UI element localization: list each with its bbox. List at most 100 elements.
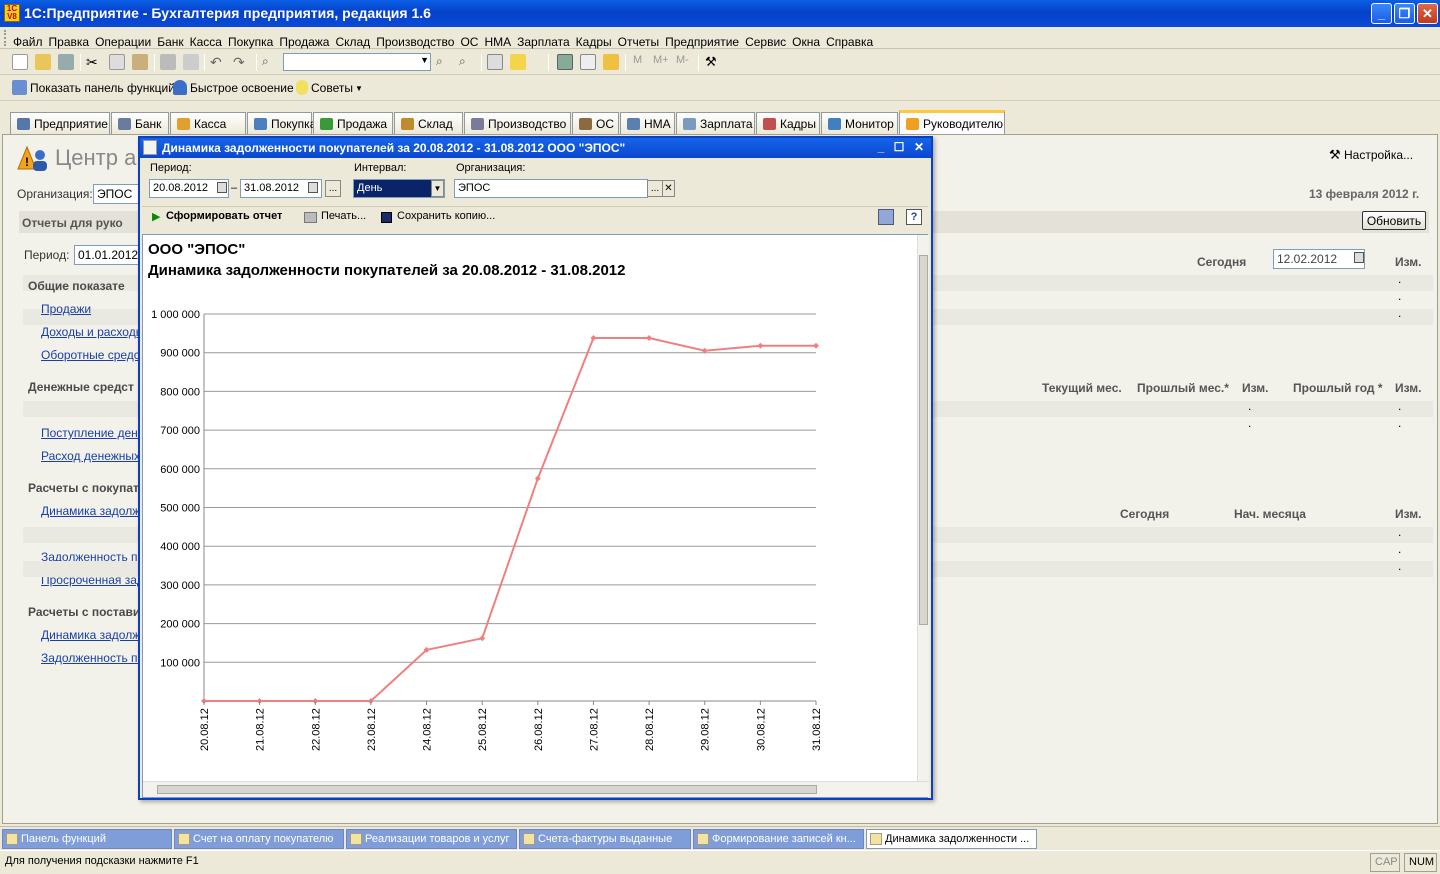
- menu-item[interactable]: Отчеты: [615, 31, 662, 49]
- report-link[interactable]: Оборотные средст: [41, 348, 145, 362]
- help-1c-icon[interactable]: [510, 54, 526, 70]
- minimize-button[interactable]: _: [1371, 3, 1392, 24]
- find-icon[interactable]: ⌕: [262, 54, 278, 70]
- copy-icon[interactable]: [109, 54, 125, 70]
- save-copy-button[interactable]: Сохранить копию...: [397, 210, 495, 222]
- tab-section[interactable]: Кадры: [756, 112, 820, 134]
- calendar-icon[interactable]: [580, 54, 596, 70]
- menu-item[interactable]: Файл: [10, 31, 46, 49]
- calendar-icon[interactable]: [308, 182, 318, 193]
- org-select-button[interactable]: ...: [647, 180, 663, 197]
- calculator-icon[interactable]: [557, 54, 573, 70]
- report-link[interactable]: Динамика задолже: [41, 628, 147, 642]
- report-link[interactable]: Динамика задолже: [41, 504, 147, 518]
- menu-item[interactable]: Касса: [187, 31, 225, 49]
- paste-icon[interactable]: [132, 54, 148, 70]
- find-next-icon[interactable]: ⌕: [436, 54, 452, 70]
- menu-item[interactable]: Правка: [46, 31, 93, 49]
- today-field[interactable]: 12.02.2012: [1273, 249, 1365, 269]
- vertical-scrollbar[interactable]: [917, 235, 929, 781]
- redo-icon[interactable]: ↷: [233, 54, 249, 70]
- period-field[interactable]: 01.01.2012: [74, 245, 140, 265]
- scroll-thumb[interactable]: [157, 785, 817, 794]
- close-button[interactable]: ✕: [911, 140, 927, 155]
- menu-item[interactable]: Склад: [332, 31, 373, 49]
- menu-item[interactable]: Производство: [373, 31, 457, 49]
- tab-section[interactable]: Предприятие: [10, 112, 110, 134]
- restore-button[interactable]: ❐: [1394, 3, 1415, 24]
- new-document-icon[interactable]: [12, 54, 28, 70]
- tab-section[interactable]: Склад: [394, 112, 463, 134]
- tab-section[interactable]: Банк: [111, 112, 169, 134]
- quick-start-button[interactable]: Быстрое освоение: [190, 81, 294, 95]
- menu-item[interactable]: Банк: [154, 31, 186, 49]
- window-task-button[interactable]: Формирование записей кн...: [693, 829, 864, 849]
- clear-icon[interactable]: ✕: [662, 180, 675, 197]
- report-link[interactable]: Продажи: [41, 302, 91, 316]
- run-report-button[interactable]: Сформировать отчет: [166, 210, 282, 222]
- report-link[interactable]: Поступление денеж: [41, 426, 152, 440]
- preview-icon[interactable]: [183, 54, 199, 70]
- chevron-down-icon[interactable]: ▼: [431, 180, 444, 197]
- menu-item[interactable]: Зарплата: [514, 31, 573, 49]
- menu-item[interactable]: ОС: [457, 31, 481, 49]
- print-button[interactable]: Печать...: [321, 210, 366, 222]
- tab-section[interactable]: ОС: [572, 112, 619, 134]
- find-prev-icon[interactable]: ⌕: [459, 54, 475, 70]
- tab-section[interactable]: Зарплата: [676, 112, 755, 134]
- minimize-button[interactable]: _: [873, 140, 889, 155]
- tools-icon[interactable]: ⚒: [705, 54, 721, 70]
- window-task-button[interactable]: Динамика задолженности ...: [866, 829, 1037, 849]
- menu-item[interactable]: Предприятие: [662, 31, 742, 49]
- users-icon[interactable]: [603, 54, 619, 70]
- calendar-icon[interactable]: [1354, 252, 1364, 263]
- open-folder-icon[interactable]: [35, 54, 51, 70]
- help-button[interactable]: ?: [906, 209, 922, 225]
- show-panel-button[interactable]: Показать панель функций: [30, 81, 175, 95]
- tab-section[interactable]: Производство: [464, 112, 571, 134]
- warning-person-icon: !: [17, 145, 47, 173]
- report-link[interactable]: Доходы и расходы: [41, 325, 144, 339]
- undo-icon[interactable]: ↶: [210, 54, 226, 70]
- calendar-icon[interactable]: [217, 182, 227, 193]
- window-task-button[interactable]: Счета-фактуры выданные: [519, 829, 691, 849]
- menu-item[interactable]: Справка: [823, 31, 876, 49]
- window-task-button[interactable]: Панель функций: [2, 829, 172, 849]
- settings-report-icon[interactable]: [878, 209, 894, 225]
- windows-icon[interactable]: [487, 54, 503, 70]
- window-task-button[interactable]: Реализации товаров и услуг: [346, 829, 517, 849]
- menu-item[interactable]: Окна: [789, 31, 823, 49]
- tab-section[interactable]: Монитор: [821, 112, 898, 134]
- org-field[interactable]: ЭПОС: [454, 179, 648, 198]
- menu-item[interactable]: НМА: [481, 31, 514, 49]
- maximize-button[interactable]: ☐: [891, 140, 907, 155]
- menu-item[interactable]: Сервис: [742, 31, 789, 49]
- print-icon[interactable]: [160, 54, 176, 70]
- memory-plus-icon[interactable]: M+: [653, 54, 669, 70]
- search-combobox[interactable]: ▼: [283, 53, 431, 71]
- menu-item[interactable]: Продажа: [276, 31, 332, 49]
- tab-section[interactable]: Продажа: [313, 112, 393, 134]
- memory-minus-icon[interactable]: M-: [676, 54, 692, 70]
- settings-button[interactable]: ⚒ Настройка...: [1329, 147, 1413, 163]
- tab-section[interactable]: Касса: [170, 112, 246, 134]
- refresh-button[interactable]: Обновить: [1362, 211, 1426, 230]
- tab-section[interactable]: НМА: [620, 112, 675, 134]
- period-select-button[interactable]: ...: [325, 180, 341, 197]
- chevron-down-icon[interactable]: ▼: [355, 84, 363, 93]
- menu-item[interactable]: Кадры: [573, 31, 615, 49]
- tips-button[interactable]: Советы: [311, 81, 353, 95]
- tab-rukovoditelyu[interactable]: Руководителю: [899, 110, 1005, 134]
- report-link[interactable]: Задолженность по: [41, 651, 144, 665]
- menu-item[interactable]: Операции: [92, 31, 154, 49]
- scroll-thumb[interactable]: [919, 255, 928, 625]
- memory-m-icon[interactable]: M: [633, 54, 649, 70]
- report-link[interactable]: Расход денежных с: [41, 449, 149, 463]
- cut-icon[interactable]: ✂: [86, 54, 102, 70]
- window-task-button[interactable]: Счет на оплату покупателю: [174, 829, 344, 849]
- tab-section[interactable]: Покупка: [247, 112, 316, 134]
- close-button[interactable]: ✕: [1417, 3, 1438, 24]
- menu-item[interactable]: Покупка: [225, 31, 276, 49]
- horizontal-scrollbar[interactable]: [143, 781, 929, 797]
- save-icon[interactable]: [58, 54, 74, 70]
